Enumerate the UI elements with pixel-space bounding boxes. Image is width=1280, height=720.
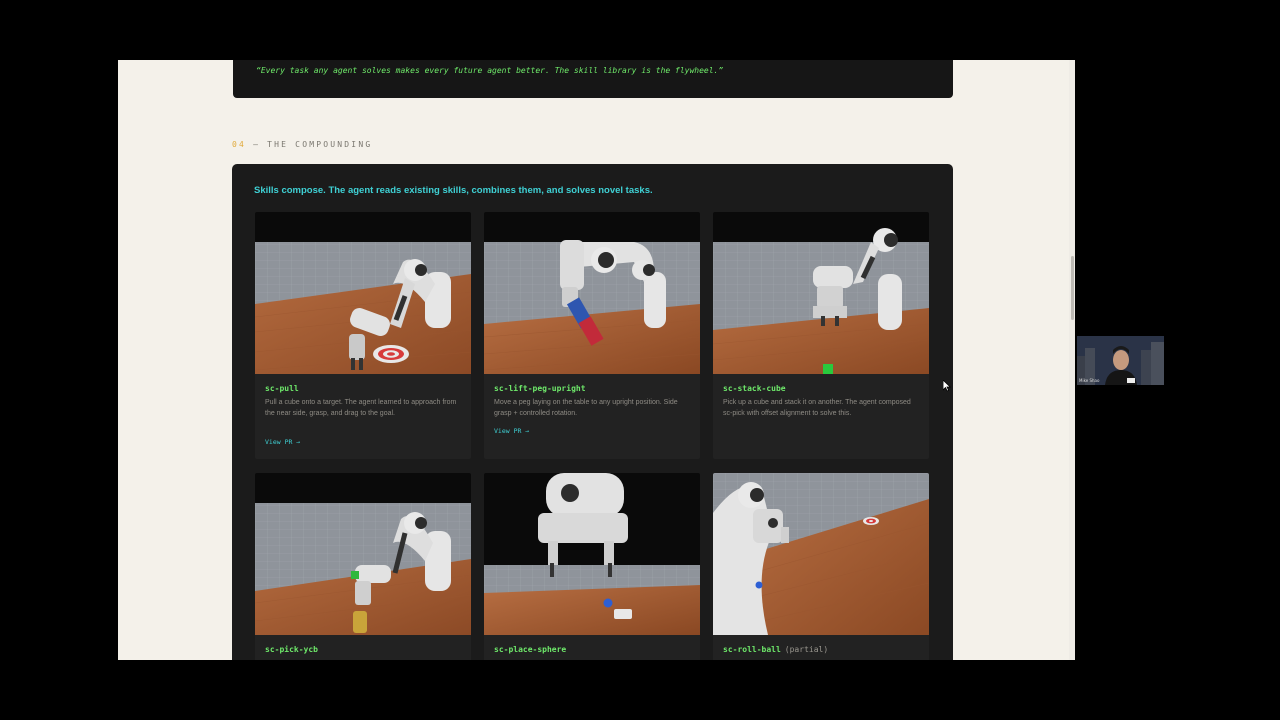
scrollbar-thumb[interactable] [1071, 256, 1074, 320]
skill-title: sc-place-sphere [494, 645, 566, 654]
skill-name: sc-lift-peg-upright [494, 384, 586, 393]
section-title: THE COMPOUNDING [267, 140, 373, 149]
skill-title: sc-stack-cube [723, 384, 786, 393]
skill-title: sc-roll-ball (partial) [723, 645, 828, 654]
simulation-thumbnail [713, 473, 929, 635]
skill-description: Pick up a cube and stack it on another. … [723, 399, 911, 417]
scrollbar-track[interactable] [1069, 60, 1075, 660]
skill-title: sc-pull [265, 384, 299, 393]
skill-card-sc-roll-ball[interactable]: sc-roll-ball (partial) [713, 473, 929, 660]
skill-name: sc-stack-cube [723, 384, 786, 393]
quote-text: “Every task any agent solves makes every… [256, 66, 724, 75]
section-number: 04 [232, 140, 247, 149]
simulation-thumbnail [255, 212, 471, 374]
skill-card-sc-lift-peg-upright[interactable]: sc-lift-peg-upright Move a peg laying on… [484, 212, 700, 459]
webcam-name-label: Mike Shao [1079, 378, 1100, 383]
section-label: 04 — THE COMPOUNDING [232, 140, 372, 149]
view-pr-link[interactable]: View PR → [494, 427, 529, 435]
simulation-thumbnail [255, 473, 471, 635]
skill-description: Pull a cube onto a target. The agent lea… [265, 399, 457, 417]
skill-title: sc-lift-peg-upright [494, 384, 586, 393]
simulation-thumbnail [713, 212, 929, 374]
view-pr-link[interactable]: View PR → [265, 438, 300, 446]
simulation-thumbnail [484, 212, 700, 374]
skill-name: sc-place-sphere [494, 645, 567, 654]
mouse-cursor-icon [942, 377, 952, 396]
skills-panel: Skills compose. The agent reads existing… [232, 164, 953, 660]
skill-card-sc-pull[interactable]: sc-pull Pull a cube onto a target. The a… [255, 212, 471, 459]
webcam-overlay: Mike Shao [1077, 336, 1164, 385]
simulation-thumbnail [484, 473, 700, 635]
partial-tag: (partial) [784, 645, 829, 654]
skill-name: sc-pick-ycb [265, 645, 318, 654]
skill-card-sc-pick-ycb[interactable]: sc-pick-ycb [255, 473, 471, 660]
skill-title: sc-pick-ycb [265, 645, 318, 654]
skill-card-sc-place-sphere[interactable]: sc-place-sphere [484, 473, 700, 660]
skill-card-sc-stack-cube[interactable]: sc-stack-cube Pick up a cube and stack i… [713, 212, 929, 459]
web-page: “Every task any agent solves makes every… [118, 60, 1075, 660]
skill-description: Move a peg laying on the table to any up… [494, 399, 678, 417]
panel-heading: Skills compose. The agent reads existing… [254, 185, 653, 196]
skill-name: sc-pull [265, 384, 299, 393]
skill-name: sc-roll-ball [723, 645, 781, 654]
quote-block: “Every task any agent solves makes every… [233, 60, 953, 98]
section-separator: — [246, 140, 268, 149]
